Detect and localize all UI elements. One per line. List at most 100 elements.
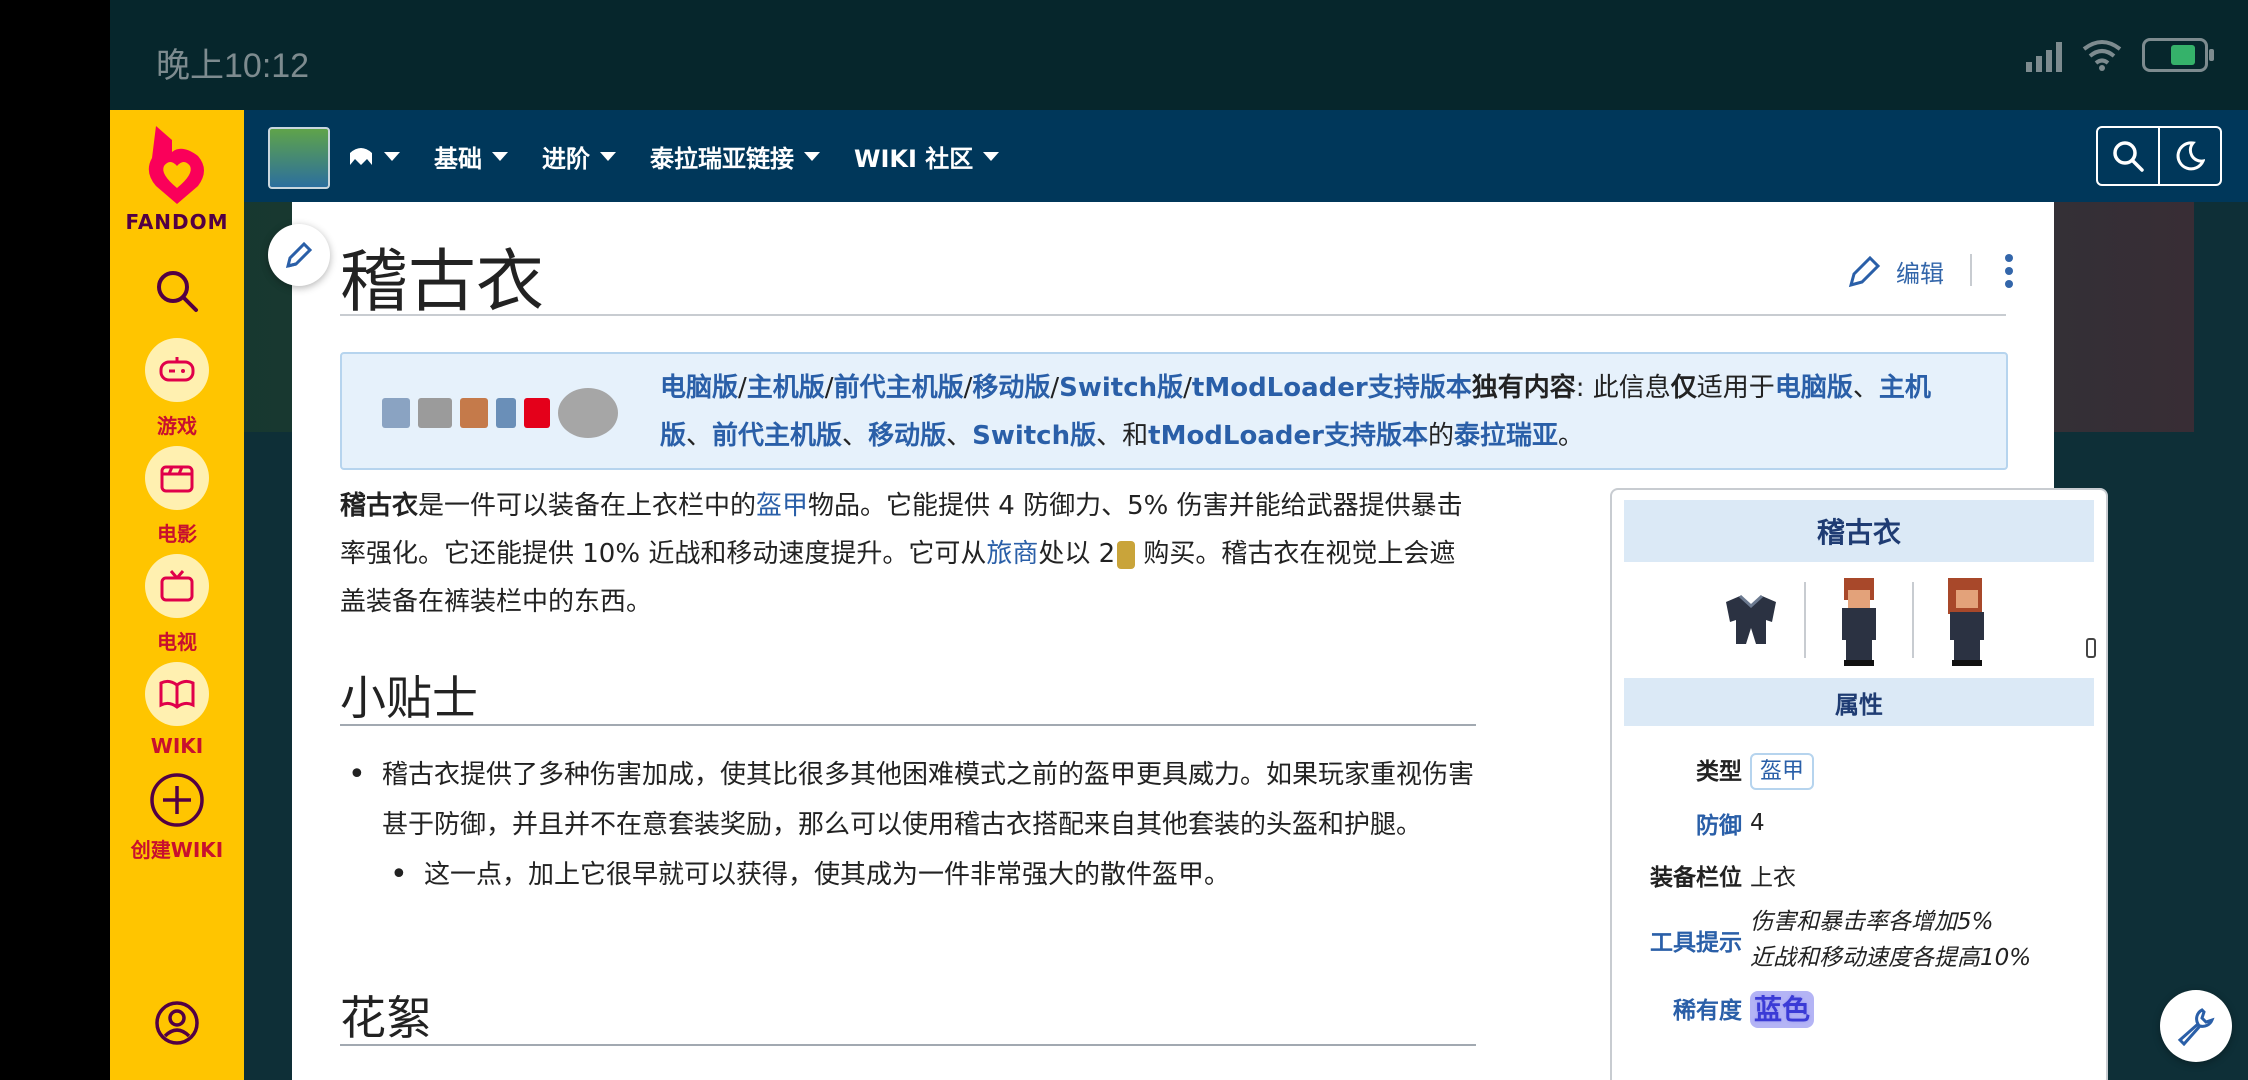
rail-label-wiki: WIKI bbox=[150, 734, 204, 758]
infobox-row-tooltip: 工具提示 伤害和暴击率各增加5% 近战和移动速度各提高10% bbox=[1624, 898, 2094, 982]
wiki-header: 基础 进阶 泰拉瑞亚链接 WIKI 社区 bbox=[244, 110, 2248, 202]
user-icon bbox=[155, 1001, 199, 1045]
article-content: 稽古衣 编辑 电脑版/主机版/前代主机版/移动版/Switch版/tModLoa… bbox=[268, 202, 2108, 1080]
section-heading-tips: 小贴士 bbox=[340, 671, 478, 725]
rail-item-wiki[interactable]: WIKI bbox=[110, 662, 244, 758]
infobox-row-slot: 装备栏位 上衣 bbox=[1650, 865, 1796, 891]
gamepad-icon bbox=[145, 338, 209, 402]
device-frame: 晚上10:12 FANDOM 游戏 电影 电视 WIKI 创建WIKI 基础 进… bbox=[110, 0, 2248, 1080]
more-actions-button[interactable] bbox=[2004, 254, 2014, 288]
nav-advanced[interactable]: 进阶 bbox=[542, 139, 616, 174]
edit-button[interactable]: 编辑 bbox=[1846, 252, 1944, 290]
fandom-logo[interactable]: FANDOM bbox=[110, 122, 244, 234]
wiki-logo[interactable] bbox=[268, 127, 330, 189]
rail-item-games[interactable]: 游戏 bbox=[110, 338, 244, 439]
plus-circle-icon bbox=[150, 773, 204, 827]
fandom-wordmark: FANDOM bbox=[125, 210, 229, 234]
mobile-icon bbox=[496, 398, 516, 428]
infobox-section-header: 属性 bbox=[1624, 678, 2094, 726]
notice-link[interactable]: 移动版 bbox=[868, 421, 946, 451]
divider bbox=[340, 314, 2006, 316]
divider bbox=[1912, 582, 1914, 658]
nav-buttons bbox=[2096, 126, 2222, 186]
section-heading-trivia: 花絮 bbox=[340, 991, 432, 1045]
fandom-global-nav: FANDOM 游戏 电影 电视 WIKI 创建WIKI bbox=[110, 110, 244, 1080]
wiki-search-button[interactable] bbox=[2096, 126, 2160, 186]
status-icons bbox=[2026, 38, 2214, 72]
rail-item-tv[interactable]: 电视 bbox=[110, 554, 244, 655]
notice-link[interactable]: 前代主机版 bbox=[712, 421, 842, 451]
notice-text: 电脑版/主机版/前代主机版/移动版/Switch版/tModLoader支持版本… bbox=[660, 373, 1931, 451]
nav-label: 进阶 bbox=[542, 144, 590, 173]
tv-icon bbox=[145, 554, 209, 618]
nav-terraria-links[interactable]: 泰拉瑞亚链接 bbox=[650, 139, 820, 174]
notice-platform-link[interactable]: 电脑版 bbox=[660, 373, 738, 403]
lead-paragraph: 稽古衣是一件可以装备在上衣栏中的盔甲物品。它能提供 4 防御力、5% 伤害并能给… bbox=[340, 491, 1463, 617]
infobox-row-type: 类型 盔甲 bbox=[1624, 744, 2094, 794]
notice-link[interactable]: 电脑版 bbox=[1775, 373, 1853, 403]
notice-platform-link[interactable]: 主机版 bbox=[747, 373, 825, 403]
divider bbox=[340, 724, 1476, 726]
notice-platform-link[interactable]: 移动版 bbox=[972, 373, 1050, 403]
old-console-icon bbox=[460, 398, 488, 428]
notice-platform-link[interactable]: tModLoader支持版本 bbox=[1192, 373, 1472, 403]
edit-fab[interactable] bbox=[268, 224, 330, 286]
chevron-down-icon bbox=[804, 151, 820, 161]
rail-label-games: 游戏 bbox=[157, 414, 197, 438]
infobox-images bbox=[1612, 562, 2106, 678]
user-account-button[interactable] bbox=[110, 1000, 244, 1050]
rail-item-movies[interactable]: 电影 bbox=[110, 446, 244, 547]
nav-explore[interactable] bbox=[348, 145, 400, 167]
chevron-down-icon bbox=[600, 151, 616, 161]
fandom-flame-icon bbox=[148, 126, 204, 204]
rail-label-tv: 电视 bbox=[157, 630, 197, 654]
divider bbox=[340, 1044, 1476, 1046]
expand-icon[interactable] bbox=[2086, 638, 2096, 658]
chevron-down-icon bbox=[983, 151, 1000, 161]
battery-icon bbox=[2142, 38, 2214, 72]
tools-fab[interactable] bbox=[2160, 990, 2232, 1062]
notice-platform-link[interactable]: 前代主机版 bbox=[834, 373, 964, 403]
defense-link[interactable]: 防御 bbox=[1624, 806, 1750, 840]
notice-link[interactable]: 泰拉瑞亚 bbox=[1454, 421, 1558, 451]
book-icon bbox=[145, 662, 209, 726]
notice-link[interactable]: tModLoader支持版本 bbox=[1148, 421, 1428, 451]
tooltip-link[interactable]: 工具提示 bbox=[1624, 923, 1750, 957]
nav-basics[interactable]: 基础 bbox=[434, 139, 508, 174]
nav-wiki-community[interactable]: WIKI 社区 bbox=[854, 139, 1000, 174]
switch-icon bbox=[524, 398, 550, 428]
notice-link[interactable]: Switch版 bbox=[972, 421, 1096, 451]
divider bbox=[1970, 254, 1972, 286]
tmodloader-icon bbox=[558, 388, 618, 438]
search-button[interactable] bbox=[110, 268, 244, 318]
clapper-icon bbox=[145, 446, 209, 510]
wifi-icon bbox=[2082, 40, 2122, 71]
gold-coin-icon bbox=[1117, 540, 1136, 569]
armor-type-link[interactable]: 盔甲 bbox=[1750, 753, 1815, 790]
theme-toggle-button[interactable] bbox=[2160, 126, 2222, 186]
infobox: 稽古衣 属性 类型 盔甲 防御 4 装备栏位 上衣 工具提示 伤害和暴击率各增加… bbox=[1610, 488, 2108, 1080]
platform-icons bbox=[382, 388, 618, 438]
rail-item-create-wiki[interactable]: 创建WIKI bbox=[110, 772, 244, 863]
chevron-down-icon bbox=[384, 151, 400, 161]
list-item: 稽古衣提供了多种伤害加成，使其比很多其他困难模式之前的盔甲更具威力。如果玩家重视… bbox=[340, 750, 1480, 850]
item-sprite bbox=[1726, 594, 1776, 644]
infobox-row-defense: 防御 4 bbox=[1624, 794, 2094, 852]
traveling-merchant-link[interactable]: 旅商 bbox=[986, 539, 1038, 569]
character-male-sprite bbox=[1842, 578, 1876, 666]
nav-label: WIKI 社区 bbox=[854, 144, 974, 173]
wiki-nav-items: 基础 进阶 泰拉瑞亚链接 WIKI 社区 bbox=[348, 110, 1000, 202]
pencil-icon bbox=[1848, 255, 1881, 288]
rarity-link[interactable]: 稀有度 bbox=[1624, 991, 1750, 1025]
notice-platform-link[interactable]: Switch版 bbox=[1059, 373, 1183, 403]
rail-label-movies: 电影 bbox=[157, 522, 197, 546]
explore-icon bbox=[350, 148, 372, 165]
rail-label-create-wiki: 创建WIKI bbox=[130, 838, 224, 862]
infobox-title: 稽古衣 bbox=[1624, 500, 2094, 562]
notice-exclusive: 独有内容 bbox=[1471, 373, 1576, 403]
character-female-sprite bbox=[1948, 578, 1984, 666]
edit-label: 编辑 bbox=[1896, 259, 1944, 288]
divider bbox=[1804, 582, 1806, 658]
infobox-row-rarity: 稀有度 蓝色 bbox=[1624, 982, 2094, 1034]
armor-link[interactable]: 盔甲 bbox=[756, 491, 808, 521]
